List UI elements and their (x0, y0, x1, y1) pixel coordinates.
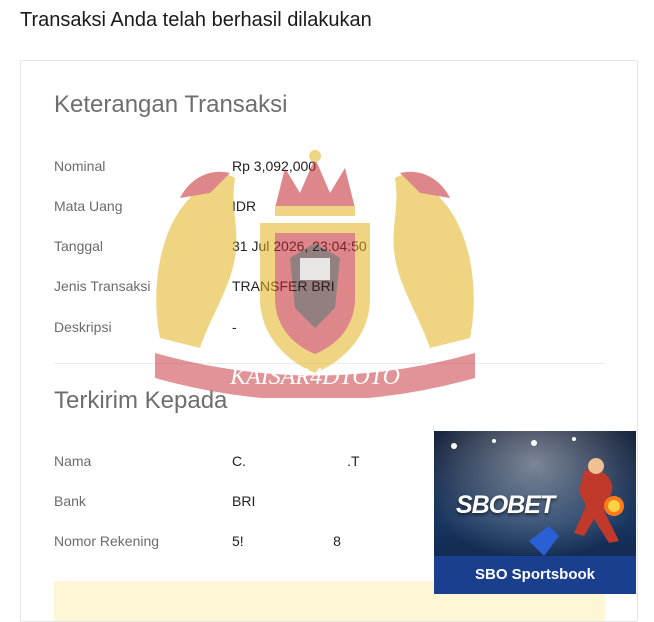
row-value: BRI (232, 493, 256, 509)
row-value: 31 Jul 2026, 23:04:50 (232, 238, 367, 254)
section-title-recipient: Terkirim Kepada (54, 387, 228, 414)
row-label: Bank (54, 493, 86, 509)
row-label: Deskripsi (54, 319, 112, 335)
page-title: Transaksi Anda telah berhasil dilakukan (20, 9, 372, 31)
row-label: Nomor Rekening (54, 533, 160, 549)
row-label: Nominal (54, 158, 106, 174)
ad-brand-logo: SBOBET (456, 491, 555, 519)
section-divider (54, 363, 605, 364)
row-value: 5! 8 (232, 533, 341, 549)
sbobet-ad-banner[interactable]: SBOBET SBO Sportsbook (434, 431, 636, 594)
row-label: Tanggal (54, 238, 104, 254)
ad-footer: SBO Sportsbook (434, 556, 636, 594)
row-value: C. .T (232, 453, 360, 469)
row-label: Jenis Transaksi (54, 278, 151, 294)
row-value: TRANSFER BRI (232, 278, 335, 294)
section-title-transaction-details: Keterangan Transaksi (54, 91, 288, 118)
row-value: Rp 3,092,000 (232, 158, 317, 174)
row-label: Mata Uang (54, 198, 123, 214)
row-value: - (232, 319, 237, 335)
ad-tagline: SBO Sportsbook (474, 566, 595, 583)
row-label: Nama (54, 453, 92, 469)
row-value: IDR (232, 198, 257, 214)
